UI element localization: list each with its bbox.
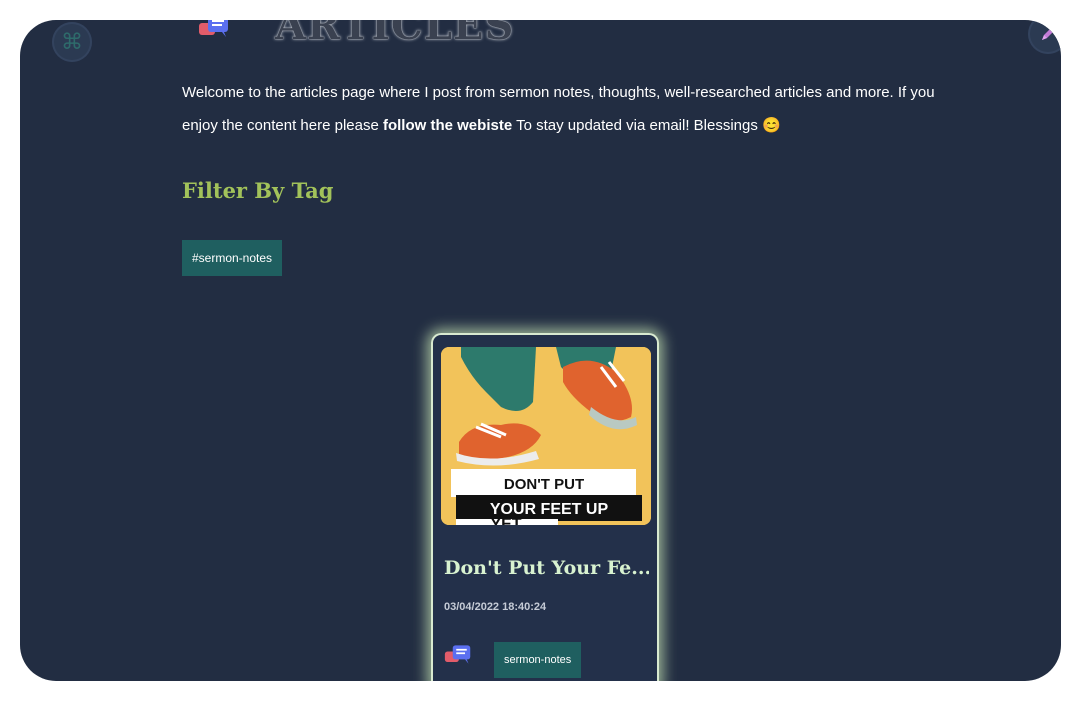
intro-text-after: To stay updated via email! Blessings [512, 117, 763, 134]
command-icon: ⌘ [61, 29, 83, 55]
intro-paragraph: Welcome to the articles page where I pos… [182, 76, 942, 142]
article-cover-image[interactable]: DON'T PUT YOUR FEET UP YET [441, 347, 651, 525]
page-title: ARTICLES [275, 20, 515, 49]
command-button[interactable]: ⌘ [52, 22, 92, 62]
article-date: 03/04/2022 18:40:24 [444, 601, 547, 613]
cover-text-line3: YET [490, 516, 521, 525]
filter-by-tag-heading: Filter By Tag [182, 178, 334, 203]
follow-website-link[interactable]: follow the webiste [383, 117, 512, 134]
edit-button[interactable] [1028, 20, 1061, 54]
chat-bubbles-icon [198, 20, 230, 44]
article-card[interactable]: DON'T PUT YOUR FEET UP YET Don't Put You… [431, 333, 659, 681]
cover-text-line1: DON'T PUT [504, 476, 584, 493]
article-title[interactable]: Don't Put Your Fe... [444, 557, 649, 579]
chat-bubbles-icon [444, 643, 472, 671]
article-tag[interactable]: sermon-notes [494, 642, 582, 678]
app-frame: ⌘ ARTICLES Welcome to the articles page … [20, 20, 1061, 681]
smile-emoji-icon: 😊 [762, 117, 781, 134]
tag-filter-sermon-notes[interactable]: #sermon-notes [182, 240, 283, 276]
pen-icon [1042, 28, 1054, 40]
